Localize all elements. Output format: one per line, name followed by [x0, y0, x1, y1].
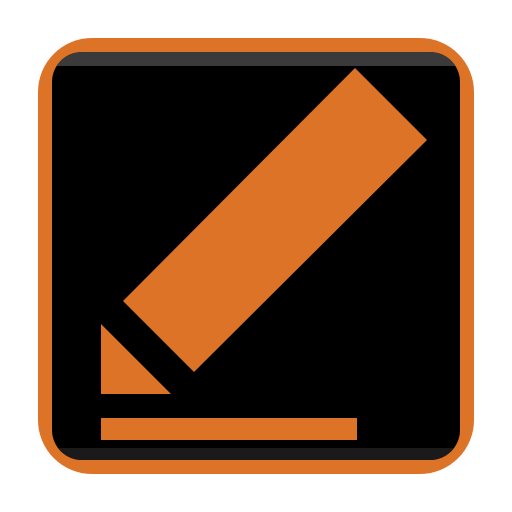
underline-bar: [101, 418, 357, 440]
app-icon-tile: [0, 0, 512, 512]
tile-bottom-shade: [52, 448, 460, 460]
edit-icon: [38, 38, 474, 474]
tile-top-sheen: [52, 52, 460, 66]
